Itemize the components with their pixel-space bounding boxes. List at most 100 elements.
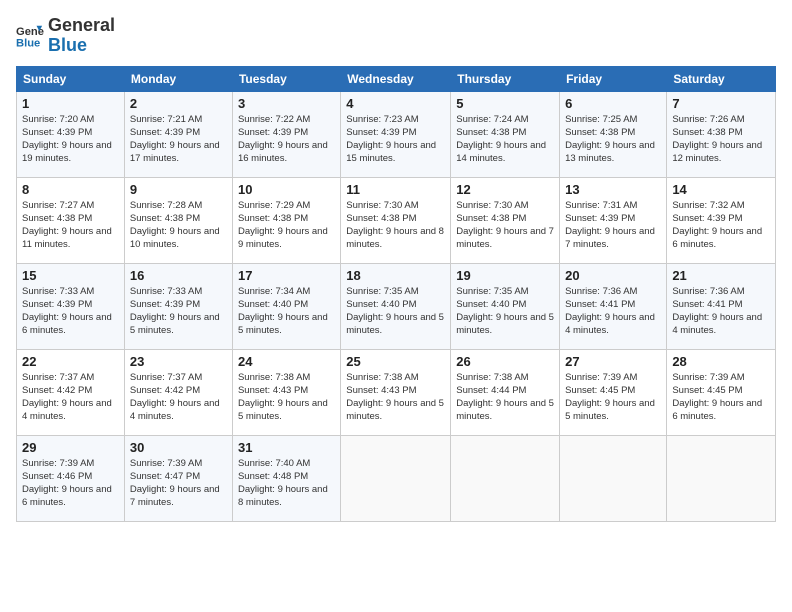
daylight-label: Daylight: 9 hours and 7 minutes. — [456, 226, 554, 250]
daylight-label: Daylight: 9 hours and 4 minutes. — [130, 398, 220, 422]
daylight-label: Daylight: 9 hours and 4 minutes. — [22, 398, 112, 422]
daylight-label: Daylight: 9 hours and 14 minutes. — [456, 140, 546, 164]
sunset-label: Sunset: 4:38 PM — [456, 213, 526, 224]
sunset-label: Sunset: 4:43 PM — [238, 385, 308, 396]
day-header-tuesday: Tuesday — [232, 66, 340, 91]
calendar-cell: 12 Sunrise: 7:30 AM Sunset: 4:38 PM Dayl… — [451, 177, 560, 263]
sunset-label: Sunset: 4:40 PM — [238, 299, 308, 310]
calendar-cell: 10 Sunrise: 7:29 AM Sunset: 4:38 PM Dayl… — [232, 177, 340, 263]
calendar-cell: 25 Sunrise: 7:38 AM Sunset: 4:43 PM Dayl… — [341, 349, 451, 435]
day-number: 21 — [672, 268, 770, 283]
sunrise-label: Sunrise: 7:24 AM — [456, 114, 528, 125]
day-header-thursday: Thursday — [451, 66, 560, 91]
calendar-cell: 20 Sunrise: 7:36 AM Sunset: 4:41 PM Dayl… — [560, 263, 667, 349]
daylight-label: Daylight: 9 hours and 17 minutes. — [130, 140, 220, 164]
day-number: 31 — [238, 440, 335, 455]
sunset-label: Sunset: 4:38 PM — [565, 127, 635, 138]
day-info: Sunrise: 7:39 AM Sunset: 4:47 PM Dayligh… — [130, 457, 227, 510]
sunset-label: Sunset: 4:45 PM — [672, 385, 742, 396]
sunrise-label: Sunrise: 7:39 AM — [565, 372, 637, 383]
day-number: 17 — [238, 268, 335, 283]
sunset-label: Sunset: 4:38 PM — [238, 213, 308, 224]
day-number: 16 — [130, 268, 227, 283]
sunset-label: Sunset: 4:39 PM — [22, 299, 92, 310]
sunrise-label: Sunrise: 7:34 AM — [238, 286, 310, 297]
sunrise-label: Sunrise: 7:36 AM — [672, 286, 744, 297]
sunrise-label: Sunrise: 7:30 AM — [456, 200, 528, 211]
day-info: Sunrise: 7:24 AM Sunset: 4:38 PM Dayligh… — [456, 113, 554, 166]
day-info: Sunrise: 7:38 AM Sunset: 4:43 PM Dayligh… — [346, 371, 445, 424]
sunset-label: Sunset: 4:39 PM — [565, 213, 635, 224]
day-info: Sunrise: 7:21 AM Sunset: 4:39 PM Dayligh… — [130, 113, 227, 166]
daylight-label: Daylight: 9 hours and 6 minutes. — [672, 226, 762, 250]
day-number: 28 — [672, 354, 770, 369]
calendar-week-row: 1 Sunrise: 7:20 AM Sunset: 4:39 PM Dayli… — [17, 91, 776, 177]
calendar-week-row: 8 Sunrise: 7:27 AM Sunset: 4:38 PM Dayli… — [17, 177, 776, 263]
day-header-monday: Monday — [124, 66, 232, 91]
day-info: Sunrise: 7:38 AM Sunset: 4:43 PM Dayligh… — [238, 371, 335, 424]
sunset-label: Sunset: 4:44 PM — [456, 385, 526, 396]
day-number: 1 — [22, 96, 119, 111]
sunset-label: Sunset: 4:47 PM — [130, 471, 200, 482]
sunset-label: Sunset: 4:39 PM — [346, 127, 416, 138]
calendar-cell: 9 Sunrise: 7:28 AM Sunset: 4:38 PM Dayli… — [124, 177, 232, 263]
daylight-label: Daylight: 9 hours and 4 minutes. — [565, 312, 655, 336]
calendar-table: SundayMondayTuesdayWednesdayThursdayFrid… — [16, 66, 776, 522]
calendar-cell: 17 Sunrise: 7:34 AM Sunset: 4:40 PM Dayl… — [232, 263, 340, 349]
sunset-label: Sunset: 4:45 PM — [565, 385, 635, 396]
sunset-label: Sunset: 4:39 PM — [238, 127, 308, 138]
sunset-label: Sunset: 4:43 PM — [346, 385, 416, 396]
day-info: Sunrise: 7:30 AM Sunset: 4:38 PM Dayligh… — [346, 199, 445, 252]
sunrise-label: Sunrise: 7:20 AM — [22, 114, 94, 125]
calendar-cell — [667, 435, 776, 521]
day-number: 5 — [456, 96, 554, 111]
sunrise-label: Sunrise: 7:37 AM — [22, 372, 94, 383]
calendar-cell: 24 Sunrise: 7:38 AM Sunset: 4:43 PM Dayl… — [232, 349, 340, 435]
day-info: Sunrise: 7:33 AM Sunset: 4:39 PM Dayligh… — [130, 285, 227, 338]
day-number: 26 — [456, 354, 554, 369]
day-info: Sunrise: 7:20 AM Sunset: 4:39 PM Dayligh… — [22, 113, 119, 166]
calendar-body: 1 Sunrise: 7:20 AM Sunset: 4:39 PM Dayli… — [17, 91, 776, 521]
sunset-label: Sunset: 4:41 PM — [672, 299, 742, 310]
day-info: Sunrise: 7:37 AM Sunset: 4:42 PM Dayligh… — [130, 371, 227, 424]
calendar-cell: 7 Sunrise: 7:26 AM Sunset: 4:38 PM Dayli… — [667, 91, 776, 177]
sunrise-label: Sunrise: 7:36 AM — [565, 286, 637, 297]
day-info: Sunrise: 7:34 AM Sunset: 4:40 PM Dayligh… — [238, 285, 335, 338]
daylight-label: Daylight: 9 hours and 5 minutes. — [346, 312, 444, 336]
page: General Blue General Blue SundayMondayTu… — [0, 0, 792, 612]
sunrise-label: Sunrise: 7:27 AM — [22, 200, 94, 211]
sunrise-label: Sunrise: 7:35 AM — [346, 286, 418, 297]
sunrise-label: Sunrise: 7:21 AM — [130, 114, 202, 125]
day-info: Sunrise: 7:39 AM Sunset: 4:45 PM Dayligh… — [565, 371, 661, 424]
sunrise-label: Sunrise: 7:38 AM — [238, 372, 310, 383]
sunrise-label: Sunrise: 7:22 AM — [238, 114, 310, 125]
day-number: 13 — [565, 182, 661, 197]
sunset-label: Sunset: 4:42 PM — [130, 385, 200, 396]
calendar-cell: 15 Sunrise: 7:33 AM Sunset: 4:39 PM Dayl… — [17, 263, 125, 349]
sunrise-label: Sunrise: 7:38 AM — [456, 372, 528, 383]
calendar-cell: 19 Sunrise: 7:35 AM Sunset: 4:40 PM Dayl… — [451, 263, 560, 349]
calendar-cell — [560, 435, 667, 521]
day-info: Sunrise: 7:35 AM Sunset: 4:40 PM Dayligh… — [456, 285, 554, 338]
sunrise-label: Sunrise: 7:29 AM — [238, 200, 310, 211]
daylight-label: Daylight: 9 hours and 5 minutes. — [238, 398, 328, 422]
calendar-header-row: SundayMondayTuesdayWednesdayThursdayFrid… — [17, 66, 776, 91]
sunset-label: Sunset: 4:41 PM — [565, 299, 635, 310]
daylight-label: Daylight: 9 hours and 5 minutes. — [456, 312, 554, 336]
calendar-cell: 13 Sunrise: 7:31 AM Sunset: 4:39 PM Dayl… — [560, 177, 667, 263]
day-number: 7 — [672, 96, 770, 111]
logo: General Blue General Blue — [16, 16, 115, 56]
calendar-cell: 30 Sunrise: 7:39 AM Sunset: 4:47 PM Dayl… — [124, 435, 232, 521]
calendar-week-row: 22 Sunrise: 7:37 AM Sunset: 4:42 PM Dayl… — [17, 349, 776, 435]
sunrise-label: Sunrise: 7:39 AM — [130, 458, 202, 469]
daylight-label: Daylight: 9 hours and 5 minutes. — [130, 312, 220, 336]
daylight-label: Daylight: 9 hours and 5 minutes. — [565, 398, 655, 422]
daylight-label: Daylight: 9 hours and 6 minutes. — [22, 312, 112, 336]
daylight-label: Daylight: 9 hours and 10 minutes. — [130, 226, 220, 250]
day-number: 23 — [130, 354, 227, 369]
calendar-cell: 5 Sunrise: 7:24 AM Sunset: 4:38 PM Dayli… — [451, 91, 560, 177]
day-number: 22 — [22, 354, 119, 369]
calendar-week-row: 29 Sunrise: 7:39 AM Sunset: 4:46 PM Dayl… — [17, 435, 776, 521]
daylight-label: Daylight: 9 hours and 19 minutes. — [22, 140, 112, 164]
day-info: Sunrise: 7:37 AM Sunset: 4:42 PM Dayligh… — [22, 371, 119, 424]
